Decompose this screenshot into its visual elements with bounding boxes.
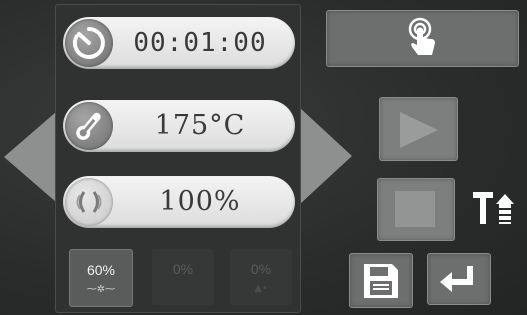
return-icon — [440, 266, 473, 292]
sound-wave-icon — [65, 178, 113, 226]
preset-2-button[interactable]: 0% — [152, 249, 214, 305]
preset-3-button[interactable]: 0% ▲• — [230, 249, 292, 305]
preset-1-button[interactable]: 60% ⁓✲⁓ — [69, 249, 133, 307]
play-icon — [400, 112, 438, 148]
return-button[interactable] — [427, 253, 491, 305]
timer-value: 00:01:00 — [133, 28, 267, 58]
fan-icon: ⁓✲⁓ — [86, 284, 116, 295]
touch-icon — [408, 17, 435, 55]
timer-icon — [65, 19, 113, 67]
temperature-value: 175°C — [154, 110, 246, 141]
preset-1-value: 60% — [86, 262, 116, 278]
save-button[interactable] — [349, 253, 413, 308]
start-button[interactable] — [379, 97, 458, 161]
temperature-setting[interactable]: 175°C — [63, 100, 295, 152]
next-arrow-button[interactable] — [300, 108, 352, 204]
touch-button[interactable] — [326, 10, 519, 67]
stop-icon — [395, 191, 435, 227]
previous-arrow-button[interactable] — [4, 112, 56, 202]
preset-3-value: 0% — [250, 261, 272, 277]
preset-2-value: 0% — [172, 261, 194, 277]
text-upload-icon[interactable] — [473, 190, 517, 226]
save-icon — [364, 264, 398, 298]
thermometer-icon — [65, 102, 113, 150]
power-value: 100% — [159, 186, 241, 217]
spray-icon: ▲• — [254, 283, 268, 294]
timer-setting[interactable]: 00:01:00 — [63, 17, 295, 69]
stop-button[interactable] — [377, 178, 455, 241]
power-setting[interactable]: 100% — [63, 176, 295, 228]
